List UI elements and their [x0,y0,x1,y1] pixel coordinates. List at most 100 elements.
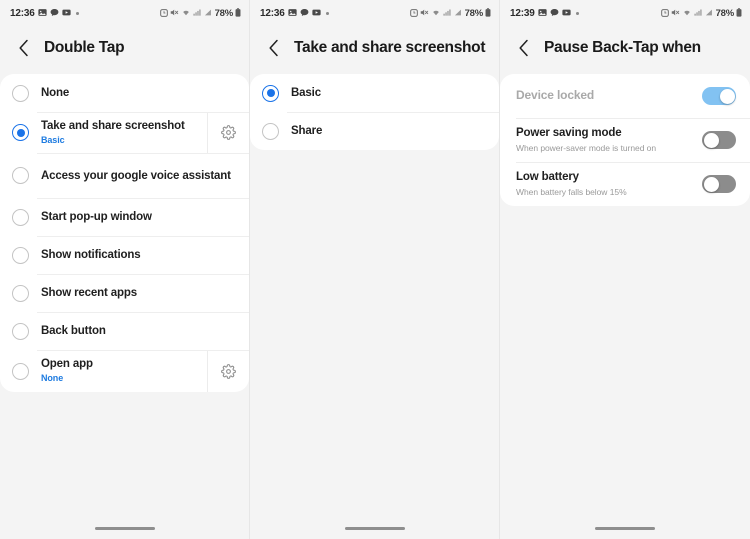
list-item-label: None [41,86,70,99]
screenshot-triptych: 12:36 78% Double Tap None Take and share… [0,0,750,539]
status-bar-right: 78% [409,4,491,22]
dot-icon [575,11,579,15]
list-item[interactable]: Show recent apps [0,274,249,312]
radio-button[interactable] [12,84,29,102]
signal-strength-icon [204,4,212,22]
status-bar: 12:36 78% [0,0,249,26]
toggle-row-device-locked[interactable]: Device locked [500,74,750,118]
mute-icon [671,4,680,22]
gear-icon[interactable] [207,112,249,154]
battery-percent-label: 78% [214,7,234,19]
toggle-switch[interactable] [702,87,736,105]
battery-percent-label: 78% [464,7,484,19]
radio-button[interactable] [12,208,29,226]
list-item-label: Open app [41,358,93,371]
list-item-sublabel: None [41,373,64,384]
toggle-row-label: Low battery [516,170,579,183]
alarm-icon [159,4,168,22]
chat-icon [300,4,309,22]
list-item-sublabel: Basic [41,134,65,145]
toggle-row-power-saving[interactable]: Power saving mode When power-saver mode … [500,118,750,162]
list-item-label: Share [291,124,323,137]
list-item-text: Show recent apps [41,279,249,308]
wifi-icon [431,4,441,22]
battery-percent-label: 78% [715,7,735,19]
list-item[interactable]: None [0,74,249,112]
home-indicator[interactable] [250,509,499,539]
list-item[interactable]: Access your google voice assistant [0,153,249,198]
toggle-row-low-battery[interactable]: Low battery When battery falls below 15% [500,162,750,206]
list-item-label: Start pop-up window [41,211,152,224]
list-item[interactable]: Share [250,112,499,150]
chat-icon [50,4,59,22]
status-bar-left: 12:39 [510,4,579,22]
list-item-text: Back button [41,317,249,346]
page-title: Double Tap [44,39,125,56]
page-header: Take and share screenshot [250,26,499,70]
battery-icon [485,4,491,22]
radio-button[interactable] [12,322,29,340]
dot-icon [75,11,79,15]
list-item[interactable]: Start pop-up window [0,198,249,236]
options-card: None Take and share screenshot Basic Acc… [0,74,249,392]
video-icon [311,4,321,22]
alarm-icon [660,4,669,22]
radio-button[interactable] [12,167,29,185]
wifi-icon [682,4,692,22]
options-card: Basic Share [250,74,499,150]
signal-bars-icon [193,4,202,22]
toggle-switch[interactable] [702,175,736,193]
phone-screen-take-and-share: 12:36 78% Take and share screenshot Basi… [250,0,500,539]
list-item-text: Open app None [41,350,207,391]
list-item-text: Basic [291,79,499,108]
radio-button[interactable] [262,84,279,102]
mute-icon [170,4,179,22]
list-item[interactable]: Basic [250,74,499,112]
page-header: Pause Back-Tap when [500,26,750,70]
list-item-text: None [41,79,249,108]
toggle-row-sublabel: When battery falls below 15% [516,186,627,197]
mute-icon [420,4,429,22]
radio-button[interactable] [12,284,29,302]
list-item-label: Show recent apps [41,287,138,300]
back-arrow-icon[interactable] [14,38,34,58]
battery-icon [235,4,241,22]
list-item-label: Access your google voice assistant [41,169,231,182]
back-arrow-icon[interactable] [264,38,284,58]
toggle-row-label: Device locked [516,88,595,103]
home-indicator[interactable] [0,509,249,539]
status-bar-right: 78% [660,4,742,22]
phone-screen-pause-back-tap: 12:39 78% Pause Back-Tap when Device loc… [500,0,750,539]
toggle-row-text: Low battery When battery falls below 15% [516,170,702,198]
status-bar-right: 78% [159,4,241,22]
status-bar-time: 12:36 [260,7,285,19]
gallery-icon [37,4,47,22]
toggle-row-sublabel: When power-saver mode is turned on [516,142,657,153]
toggle-switch[interactable] [702,131,736,149]
radio-button[interactable] [12,362,29,380]
home-indicator[interactable] [500,509,750,539]
alarm-icon [409,4,418,22]
radio-button[interactable] [12,246,29,264]
chat-icon [550,4,559,22]
list-item[interactable]: Back button [0,312,249,350]
status-bar: 12:39 78% [500,0,750,26]
video-icon [61,4,71,22]
wifi-icon [181,4,191,22]
phone-screen-double-tap: 12:36 78% Double Tap None Take and share… [0,0,250,539]
list-item-text: Show notifications [41,241,249,270]
back-arrow-icon[interactable] [514,38,534,58]
radio-button[interactable] [262,122,279,140]
gear-icon[interactable] [207,350,249,392]
list-item-text: Access your google voice assistant [41,162,249,191]
radio-button[interactable] [12,124,29,142]
list-item[interactable]: Take and share screenshot Basic [0,112,249,154]
status-bar: 12:36 78% [250,0,499,26]
status-bar-time: 12:39 [510,7,535,19]
list-item-label: Basic [291,86,321,99]
battery-icon [736,4,742,22]
gallery-icon [287,4,297,22]
list-item[interactable]: Show notifications [0,236,249,274]
list-item[interactable]: Open app None [0,350,249,392]
gallery-icon [537,4,547,22]
